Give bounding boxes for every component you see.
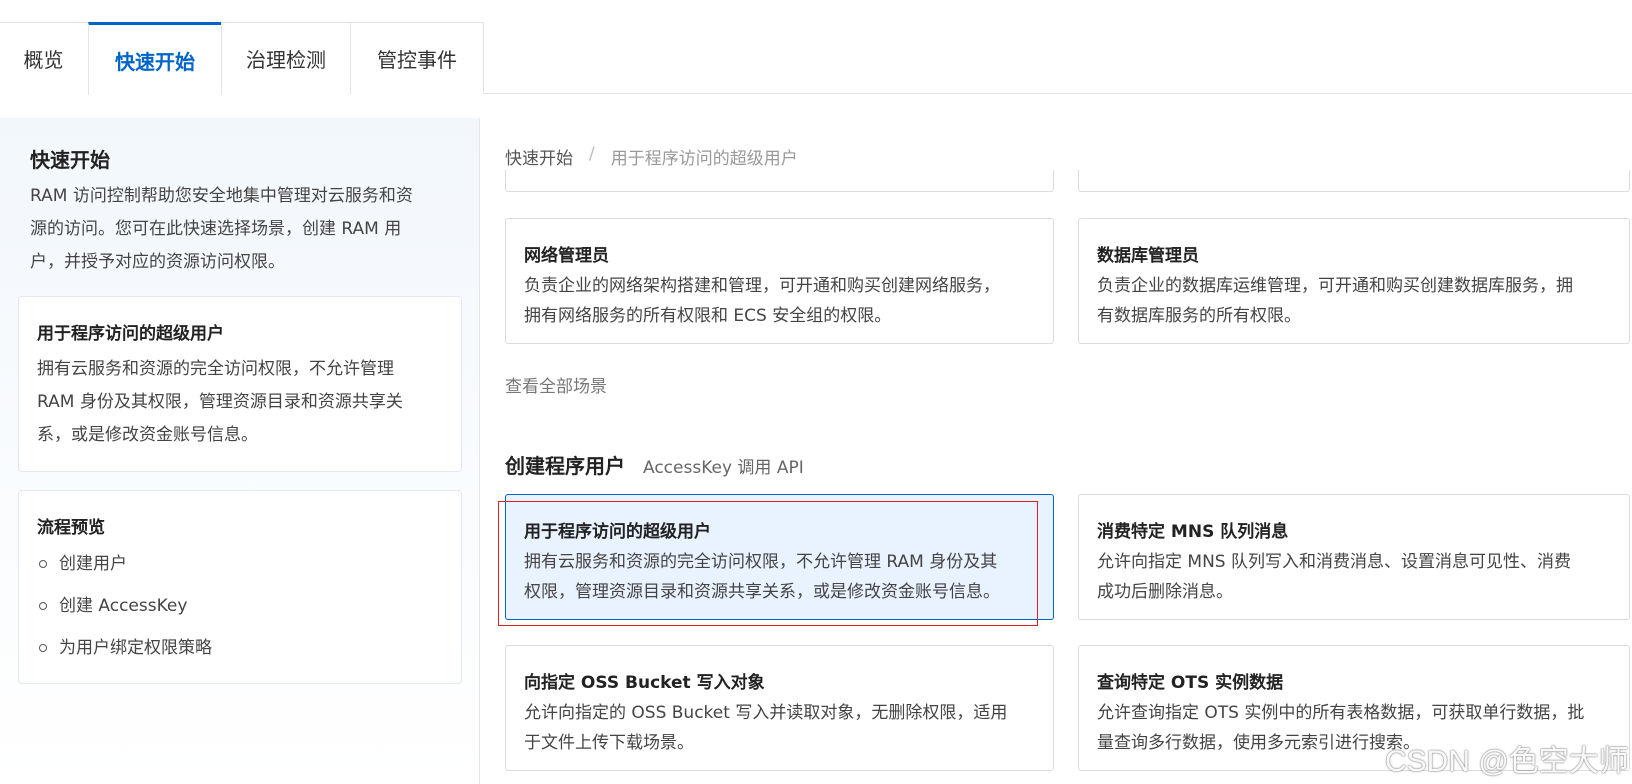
tab-governance-check[interactable]: 治理检测 — [221, 22, 351, 94]
section-subtitle: AccessKey 调用 API — [643, 458, 804, 478]
scenario-card-network-admin[interactable]: 网络管理员 负责企业的网络架构搭建和管理，可开通和购买创建网络服务， 拥有网络服… — [505, 218, 1054, 344]
card-title: 数据库管理员 — [1097, 246, 1199, 266]
bullet-icon — [39, 560, 47, 568]
scenario-card-oss-bucket[interactable]: 向指定 OSS Bucket 写入对象 允许向指定的 OSS Bucket 写入… — [505, 645, 1054, 771]
desc-line: 系，或是修改资金账号信息。 — [37, 425, 258, 445]
desc-line: 源的访问。您可在此快速选择场景，创建 RAM 用 — [30, 219, 402, 239]
scenario-card-database-admin[interactable]: 数据库管理员 负责企业的数据库运维管理，可开通和购买创建数据库服务，拥 有数据库… — [1078, 218, 1630, 344]
scenario-card-description: 拥有云服务和资源的完全访问权限，不允许管理 RAM 身份及其权限，管理资源目录和… — [37, 353, 437, 452]
card-title: 网络管理员 — [524, 246, 609, 266]
flow-step: 创建 AccessKey — [35, 591, 212, 633]
desc-line: 负责企业的数据库运维管理，可开通和购买创建数据库服务，拥 — [1097, 276, 1573, 296]
breadcrumb: 快速开始 / 用于程序访问的超级用户 — [505, 144, 798, 169]
card-title: 向指定 OSS Bucket 写入对象 — [524, 673, 765, 693]
bullet-icon — [39, 602, 47, 610]
card-title: 查询特定 OTS 实例数据 — [1097, 673, 1284, 693]
flow-steps-list: 创建用户 创建 AccessKey 为用户绑定权限策略 — [35, 549, 212, 675]
desc-line: 有数据库服务的所有权限。 — [1097, 306, 1301, 326]
left-panel-title: 快速开始 — [30, 148, 110, 172]
card-title: 消费特定 MNS 队列消息 — [1097, 522, 1289, 542]
card-description: 负责企业的数据库运维管理，可开通和购买创建数据库服务，拥 有数据库服务的所有权限… — [1097, 271, 1573, 331]
scenario-card-title: 用于程序访问的超级用户 — [37, 324, 224, 344]
tab-control-events[interactable]: 管控事件 — [350, 22, 484, 94]
desc-line: RAM 身份及其权限，管理资源目录和资源共享关 — [37, 392, 403, 412]
view-all-scenarios-link[interactable]: 查看全部场景 — [505, 372, 607, 397]
scenario-card-partial[interactable] — [1078, 170, 1630, 192]
flow-step-label: 创建用户 — [59, 554, 127, 574]
desc-line: 户，并授予对应的资源访问权限。 — [30, 252, 285, 272]
scenario-card-mns-queue[interactable]: 消费特定 MNS 队列消息 允许向指定 MNS 队列写入和消费消息、设置消息可见… — [1078, 494, 1630, 620]
flow-step: 创建用户 — [35, 549, 212, 591]
watermark: CSDN @色空大师 — [1385, 745, 1629, 778]
breadcrumb-separator: / — [589, 144, 595, 164]
flow-step-label: 创建 AccessKey — [59, 596, 188, 616]
breadcrumb-current: 用于程序访问的超级用户 — [610, 149, 798, 169]
flow-preview-title: 流程预览 — [37, 518, 105, 538]
desc-line: 拥有网络服务的所有权限和 ECS 安全组的权限。 — [524, 306, 892, 326]
bullet-icon — [39, 644, 47, 652]
card-title: 用于程序访问的超级用户 — [524, 522, 711, 542]
left-panel-description: RAM 访问控制帮助您安全地集中管理对云服务和资 源的访问。您可在此快速选择场景… — [30, 180, 460, 279]
desc-line: 于文件上传下载场景。 — [524, 733, 694, 753]
flow-preview-card: 流程预览 创建用户 创建 AccessKey 为用户绑定权限策略 — [18, 490, 462, 684]
desc-line: RAM 访问控制帮助您安全地集中管理对云服务和资 — [30, 186, 413, 206]
desc-line: 允许向指定的 OSS Bucket 写入并读取对象，无删除权限，适用 — [524, 703, 1008, 723]
tab-quick-start[interactable]: 快速开始 — [88, 22, 222, 95]
card-description: 负责企业的网络架构搭建和管理，可开通和购买创建网络服务， 拥有网络服务的所有权限… — [524, 271, 1000, 331]
desc-line: 允许向指定 MNS 队列写入和消费消息、设置消息可见性、消费 — [1097, 552, 1571, 572]
card-description: 拥有云服务和资源的完全访问权限，不允许管理 RAM 身份及其 权限，管理资源目录… — [524, 547, 1000, 607]
flow-step: 为用户绑定权限策略 — [35, 633, 212, 675]
left-panel: 快速开始 RAM 访问控制帮助您安全地集中管理对云服务和资 源的访问。您可在此快… — [0, 118, 480, 784]
tab-bar: 概览 快速开始 治理检测 管控事件 — [0, 0, 1632, 95]
card-description: 允许向指定 MNS 队列写入和消费消息、设置消息可见性、消费 成功后删除消息。 — [1097, 547, 1571, 607]
desc-line: 允许查询指定 OTS 实例中的所有表格数据，可获取单行数据，批 — [1097, 703, 1585, 723]
desc-line: 负责企业的网络架构搭建和管理，可开通和购买创建网络服务， — [524, 276, 1000, 296]
flow-step-label: 为用户绑定权限策略 — [59, 638, 212, 658]
tab-overview[interactable]: 概览 — [0, 22, 89, 94]
desc-line: 权限，管理资源目录和资源共享关系，或是修改资金账号信息。 — [524, 582, 1000, 602]
section-title: 创建程序用户 — [505, 454, 625, 478]
scenario-card-program-superuser[interactable]: 用于程序访问的超级用户 拥有云服务和资源的完全访问权限，不允许管理 RAM 身份… — [505, 494, 1054, 620]
selected-scenario-card: 用于程序访问的超级用户 拥有云服务和资源的完全访问权限，不允许管理 RAM 身份… — [18, 296, 462, 472]
scenario-card-partial[interactable] — [505, 170, 1054, 192]
desc-line: 拥有云服务和资源的完全访问权限，不允许管理 — [37, 359, 394, 379]
breadcrumb-root[interactable]: 快速开始 — [505, 144, 573, 169]
desc-line: 成功后删除消息。 — [1097, 582, 1233, 602]
desc-line: 拥有云服务和资源的完全访问权限，不允许管理 RAM 身份及其 — [524, 552, 998, 572]
card-description: 允许向指定的 OSS Bucket 写入并读取对象，无删除权限，适用 于文件上传… — [524, 698, 1007, 758]
